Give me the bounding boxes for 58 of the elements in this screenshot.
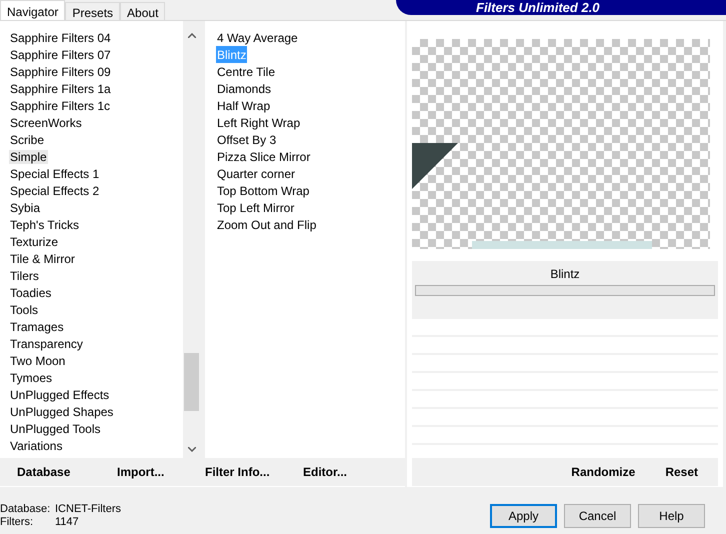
- category-item[interactable]: Scribe: [9, 133, 46, 147]
- category-item[interactable]: Special Effects 2: [9, 184, 100, 198]
- category-item[interactable]: UnPlugged Tools: [9, 422, 102, 436]
- category-item[interactable]: Two Moon: [9, 354, 66, 368]
- category-item[interactable]: Toadies: [9, 286, 52, 300]
- scroll-thumb[interactable]: [184, 353, 199, 411]
- filter-item[interactable]: Top Bottom Wrap: [216, 184, 310, 198]
- filter-name: Blintz: [550, 266, 580, 281]
- scroll-down-icon[interactable]: [188, 447, 196, 452]
- category-item[interactable]: Texturize: [9, 235, 60, 249]
- category-item[interactable]: Tymoes: [9, 371, 54, 385]
- triangle-drawing: [412, 143, 458, 189]
- tab[interactable]: Navigator: [0, 0, 66, 20]
- category-item[interactable]: Sapphire Filters 1a: [9, 82, 112, 96]
- filter-item[interactable]: 4 Way Average: [216, 31, 299, 45]
- category-item[interactable]: Sapphire Filters 09: [9, 65, 112, 79]
- status-label: Filters:: [0, 516, 34, 529]
- category-item[interactable]: Tools: [9, 303, 40, 317]
- status-label: Database:: [0, 503, 52, 516]
- category-item[interactable]: Sapphire Filters 07: [9, 48, 112, 62]
- toolbar-button[interactable]: Import...: [117, 463, 205, 481]
- category-item[interactable]: Variations: [9, 439, 64, 453]
- filter-item[interactable]: Quarter corner: [216, 167, 296, 181]
- filter-item[interactable]: Pizza Slice Mirror: [216, 150, 312, 164]
- scroll-up-icon[interactable]: [188, 33, 196, 38]
- filter-item[interactable]: Left Right Wrap: [216, 116, 302, 130]
- filter-item[interactable]: Offset By 3: [216, 133, 278, 147]
- category-item[interactable]: Simple: [9, 150, 48, 164]
- category-item[interactable]: Sybia: [9, 201, 42, 215]
- filter-item[interactable]: Half Wrap: [216, 99, 272, 113]
- category-item[interactable]: Special Effects 1: [9, 167, 100, 181]
- status-value: 1147: [55, 516, 79, 529]
- filter-item[interactable]: Top Left Mirror: [216, 201, 296, 215]
- dialog-button[interactable]: Help: [638, 504, 705, 528]
- toolbar-button[interactable]: Database: [17, 463, 117, 481]
- category-item[interactable]: ScreenWorks: [9, 116, 83, 130]
- filter-item[interactable]: Zoom Out and Flip: [216, 218, 318, 232]
- category-item[interactable]: UnPlugged Shapes: [9, 405, 114, 419]
- category-item[interactable]: Transparency: [9, 337, 84, 351]
- filter-item[interactable]: Diamonds: [216, 82, 272, 96]
- status-value: ICNET-Filters: [55, 503, 121, 516]
- category-item[interactable]: Teph's Tricks: [9, 218, 80, 232]
- toolbar-button[interactable]: Filter Info...: [205, 463, 303, 481]
- category-item[interactable]: Tilers: [9, 269, 40, 283]
- banner-title: Filters Unlimited 2.0: [396, 0, 726, 15]
- toolbar-button[interactable]: Randomize: [571, 463, 636, 481]
- category-item[interactable]: Tile & Mirror: [9, 252, 76, 266]
- category-item[interactable]: Tramages: [9, 320, 65, 334]
- toolbar-button[interactable]: Reset: [665, 463, 698, 481]
- category-item[interactable]: Sapphire Filters 1c: [9, 99, 112, 113]
- toolbar-button[interactable]: Editor...: [303, 463, 393, 481]
- category-item[interactable]: UnPlugged Effects: [9, 388, 110, 402]
- tab[interactable]: Presets: [65, 2, 120, 20]
- tab[interactable]: About: [120, 2, 166, 20]
- dialog-button[interactable]: Apply: [490, 504, 557, 528]
- dialog-button[interactable]: Cancel: [564, 504, 631, 528]
- filter-item[interactable]: Centre Tile: [216, 65, 276, 79]
- category-item[interactable]: Sapphire Filters 04: [9, 31, 112, 45]
